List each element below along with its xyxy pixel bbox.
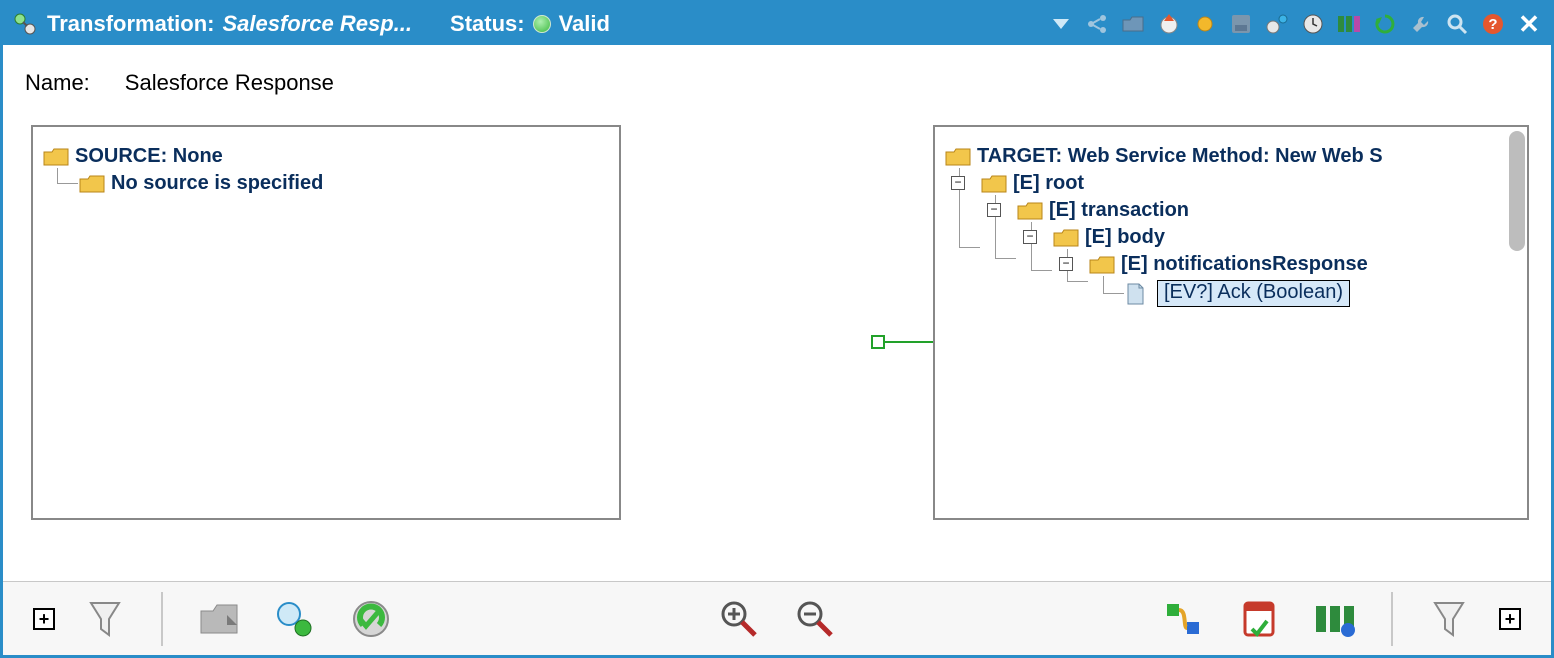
folder-icon[interactable] [1119, 10, 1147, 38]
folder-icon [981, 174, 1007, 194]
node-e-notifresponse[interactable]: [E] notificationsResponse [EV?] Ack (Bo [1089, 249, 1523, 315]
help-icon[interactable]: ? [1479, 10, 1507, 38]
title-label: Transformation: [47, 11, 214, 37]
node-label: [E] root [1013, 172, 1084, 194]
target-root-node[interactable]: TARGET: Web Service Method: New Web S [E… [945, 141, 1523, 331]
folder-icon [1017, 201, 1043, 221]
source-tree[interactable]: SOURCE: None No source is specified [43, 141, 609, 203]
content-area: Name: SOURCE: None No source is [3, 45, 1551, 526]
columns-icon[interactable] [1335, 10, 1363, 38]
share-icon[interactable] [1083, 10, 1111, 38]
wrench-icon[interactable] [1407, 10, 1435, 38]
transformation-name-input[interactable] [114, 65, 834, 101]
collapse-toggle-icon[interactable] [951, 176, 965, 190]
zoom-icon[interactable] [1443, 10, 1471, 38]
source-root-node[interactable]: SOURCE: None No source is specified [43, 141, 609, 203]
transformation-icon [11, 10, 39, 38]
source-root-label: SOURCE: None [75, 145, 223, 167]
node-e-root[interactable]: [E] root [E] transaction [981, 168, 1523, 327]
node-label: [E] notificationsResponse [1121, 253, 1368, 275]
folder-icon [1089, 255, 1115, 275]
panels-container: SOURCE: None No source is specified [25, 125, 1529, 520]
gold-dot-icon[interactable] [1191, 10, 1219, 38]
target-root-label: TARGET: Web Service Method: New Web S [977, 145, 1383, 167]
collapse-toggle-icon[interactable] [987, 203, 1001, 217]
upload-globe-icon[interactable] [1155, 10, 1183, 38]
leaf-ack-label: [EV?] Ack (Boolean) [1157, 280, 1350, 307]
open-folder-button[interactable] [195, 595, 243, 643]
connect-bubble-icon[interactable] [1263, 10, 1291, 38]
title-name: Salesforce Resp... [222, 11, 412, 37]
target-panel: TARGET: Web Service Method: New Web S [E… [933, 125, 1529, 520]
filter-right-button[interactable] [1425, 595, 1473, 643]
leaf-ack[interactable]: [EV?] Ack (Boolean) [1125, 276, 1523, 311]
status-label: Status: [450, 11, 525, 37]
connector-handle-icon[interactable] [871, 335, 885, 349]
zoom-out-button[interactable] [791, 595, 839, 643]
node-label: [E] body [1085, 226, 1165, 248]
filter-button[interactable] [81, 595, 129, 643]
refresh-icon[interactable] [1371, 10, 1399, 38]
titlebar: Transformation: Salesforce Resp... Statu… [3, 3, 1551, 45]
notes-button[interactable] [1235, 595, 1283, 643]
clock-icon[interactable] [1299, 10, 1327, 38]
node-e-transaction[interactable]: [E] transaction [E] body [1017, 195, 1523, 323]
expand-left-button[interactable]: + [29, 604, 59, 634]
name-label: Name: [25, 70, 90, 96]
validate-button[interactable] [347, 595, 395, 643]
folder-icon [79, 174, 105, 194]
collapse-toggle-icon[interactable] [1059, 257, 1073, 271]
zoom-in-button[interactable] [715, 595, 763, 643]
name-row: Name: [25, 65, 1529, 101]
node-e-body[interactable]: [E] body [E] notificationsRespo [1053, 222, 1523, 319]
link-globe-button[interactable] [271, 595, 319, 643]
target-tree[interactable]: TARGET: Web Service Method: New Web S [E… [945, 141, 1523, 331]
expand-right-button[interactable]: + [1495, 604, 1525, 634]
folder-icon [945, 147, 971, 167]
folder-icon [1053, 228, 1079, 248]
bottom-toolbar: + + [3, 581, 1551, 655]
folder-icon [43, 147, 69, 167]
svg-text:?: ? [1488, 16, 1497, 33]
grey-panel-icon[interactable] [1227, 10, 1255, 38]
dropdown-arrow-icon[interactable] [1047, 10, 1075, 38]
status-text: Valid [559, 11, 610, 37]
source-empty-label: No source is specified [111, 172, 323, 194]
source-empty-node[interactable]: No source is specified [79, 168, 609, 199]
page-icon [1125, 283, 1151, 303]
source-panel: SOURCE: None No source is specified [31, 125, 621, 520]
node-label: [E] transaction [1049, 199, 1189, 221]
close-icon[interactable]: ✕ [1515, 10, 1543, 38]
collapse-toggle-icon[interactable] [1023, 230, 1037, 244]
automap-button[interactable] [1159, 595, 1207, 643]
status-indicator-icon [533, 15, 551, 33]
db-columns-button[interactable] [1311, 595, 1359, 643]
